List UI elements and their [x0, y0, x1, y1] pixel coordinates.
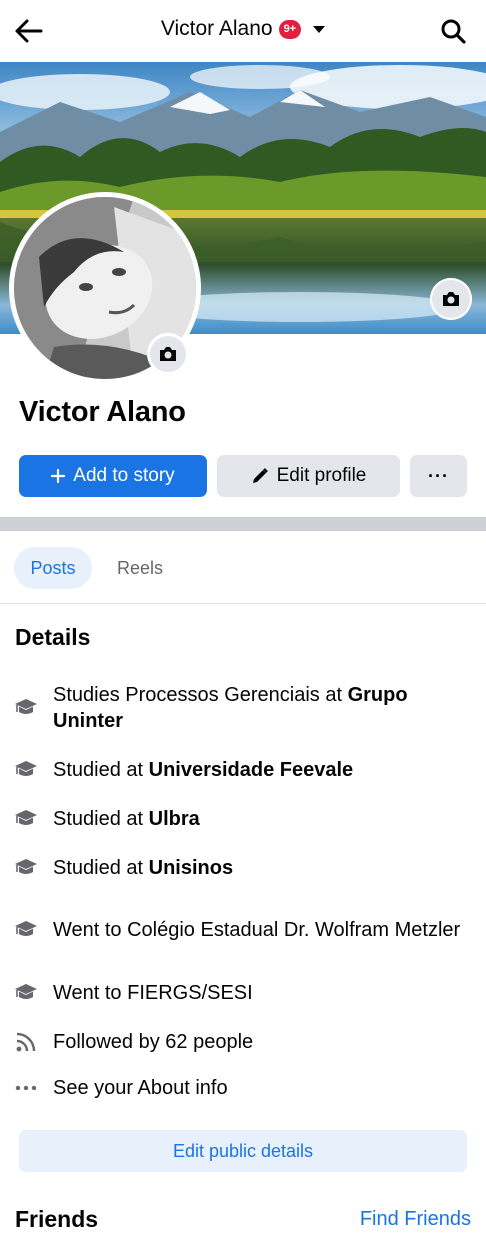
detail-row: Studied at Unisinos	[0, 854, 486, 882]
detail-row: Studied at Ulbra	[0, 805, 486, 833]
detail-text-prefix: See your About info	[53, 1077, 228, 1099]
avatar-camera-button[interactable]	[147, 333, 189, 375]
detail-row[interactable]: See your About info	[0, 1074, 486, 1102]
notification-badge: 9+	[278, 19, 302, 39]
profile-switcher[interactable]: Victor Alano 9+	[0, 17, 486, 41]
detail-text-institution[interactable]: Ulbra	[149, 808, 200, 830]
tab-posts[interactable]: Posts	[14, 547, 92, 589]
edit-profile-button[interactable]: Edit profile	[217, 455, 400, 497]
detail-row: Studies Processos Gerenciais at Grupo Un…	[0, 682, 486, 734]
detail-row: Went to Colégio Estadual Dr. Wolfram Met…	[0, 904, 486, 956]
friends-heading: Friends	[15, 1206, 99, 1232]
detail-text: Studied at Ulbra	[53, 806, 463, 832]
detail-text: Studies Processos Gerenciais at Grupo Un…	[53, 682, 463, 734]
detail-row: Studied at Universidade Feevale	[0, 756, 486, 784]
more-options-button[interactable]: ···	[410, 455, 467, 497]
detail-text-institution[interactable]: Universidade Feevale	[149, 759, 354, 781]
cover-camera-button[interactable]	[430, 278, 472, 320]
edit-profile-label: Edit profile	[276, 465, 367, 486]
search-icon	[441, 19, 466, 44]
more-dots-icon	[13, 1075, 39, 1101]
detail-text-prefix: Studied at	[53, 759, 149, 781]
detail-text-prefix: Studies Processos Gerenciais at	[53, 684, 348, 706]
tab-reels[interactable]: Reels	[104, 547, 176, 589]
detail-text: See your About info	[53, 1075, 463, 1101]
top-bar: Victor Alano 9+	[0, 0, 486, 62]
detail-text-prefix: Studied at	[53, 808, 149, 830]
graduation-cap-icon	[13, 855, 39, 881]
details-heading: Details	[15, 624, 91, 650]
detail-row: Went to FIERGS/SESI	[0, 979, 486, 1007]
chevron-down-icon	[313, 25, 326, 33]
graduation-cap-icon	[13, 806, 39, 832]
graduation-cap-icon	[13, 695, 39, 721]
detail-text: Went to Colégio Estadual Dr. Wolfram Met…	[53, 917, 463, 943]
detail-text-institution[interactable]: Unisinos	[149, 857, 233, 879]
page-title: Victor Alano	[160, 17, 273, 40]
detail-text-prefix: Followed by 62 people	[53, 1031, 254, 1053]
camera-icon	[160, 347, 176, 361]
profile-name: Victor Alano	[19, 396, 186, 428]
search-button[interactable]	[436, 14, 470, 48]
rss-icon	[13, 1029, 39, 1055]
more-dots-icon: ···	[428, 465, 449, 486]
detail-text-prefix: Went to Colégio Estadual Dr. Wolfram Met…	[53, 919, 461, 941]
detail-text: Studied at Unisinos	[53, 855, 463, 881]
detail-text: Went to FIERGS/SESI	[53, 980, 463, 1006]
find-friends-link[interactable]: Find Friends	[360, 1208, 471, 1231]
graduation-cap-icon	[13, 980, 39, 1006]
add-to-story-button[interactable]: Add to story	[19, 455, 207, 497]
camera-icon	[443, 292, 459, 306]
plus-icon	[51, 469, 66, 483]
detail-text-prefix: Went to FIERGS/SESI	[53, 982, 253, 1004]
graduation-cap-icon	[13, 917, 39, 943]
graduation-cap-icon	[13, 757, 39, 783]
detail-text: Followed by 62 people	[53, 1029, 463, 1055]
section-divider	[0, 517, 486, 531]
add-to-story-label: Add to story	[73, 465, 175, 486]
detail-row: Followed by 62 people	[0, 1028, 486, 1056]
detail-text-prefix: Studied at	[53, 857, 149, 879]
edit-public-details-button[interactable]: Edit public details	[19, 1130, 467, 1172]
pencil-icon	[252, 468, 268, 483]
detail-text: Studied at Universidade Feevale	[53, 757, 463, 783]
tabs-divider	[0, 603, 486, 604]
